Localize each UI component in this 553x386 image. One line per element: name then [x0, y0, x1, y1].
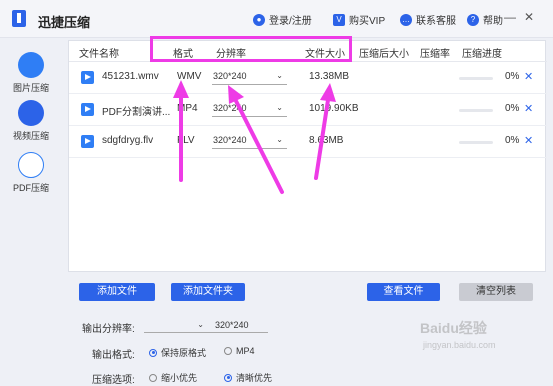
arrow-to-resolution — [234, 99, 284, 194]
arrow-head — [173, 80, 189, 98]
arrow-head — [320, 83, 336, 102]
watermark-url: jingyan.baidu.com — [423, 340, 496, 350]
watermark-logo: Baidu经验 — [420, 320, 487, 336]
arrow-to-size — [314, 98, 330, 180]
